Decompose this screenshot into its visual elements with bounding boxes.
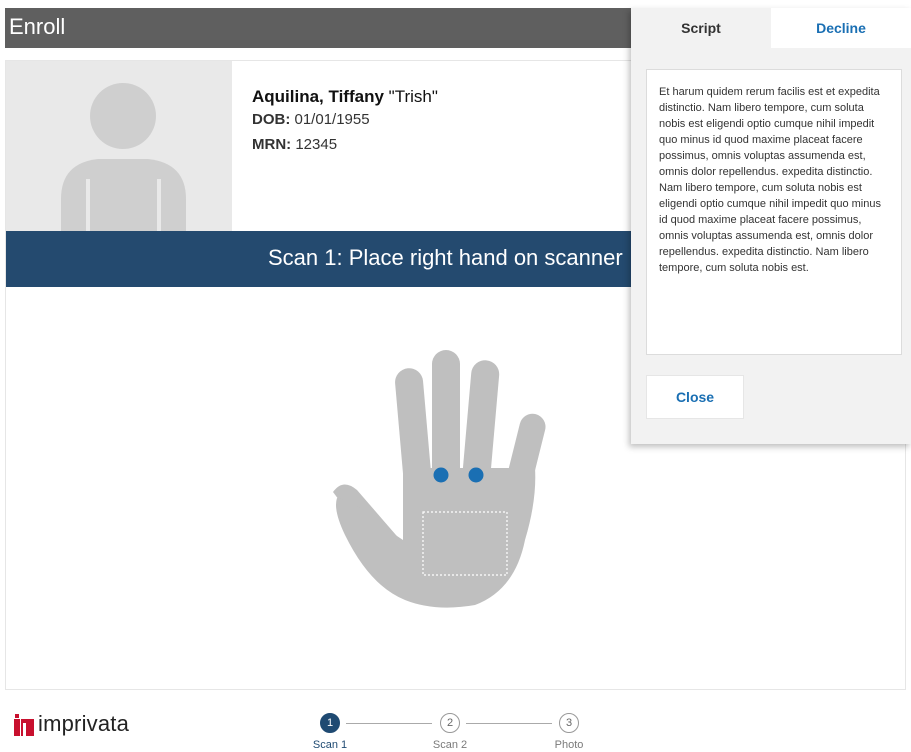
scan-point-1 <box>433 467 449 483</box>
imprivata-logo-icon <box>14 714 34 736</box>
dob-label: DOB: <box>252 111 291 128</box>
step-connector-2 <box>466 723 552 724</box>
logo-text: imprivata <box>38 711 130 736</box>
patient-name: Aquilina, Tiffany <box>252 87 384 106</box>
tab-script[interactable]: Script <box>631 8 771 48</box>
scan-point-2 <box>468 467 484 483</box>
step-3-label: Photo <box>554 739 584 751</box>
step-1-circle: 1 <box>320 713 340 733</box>
step-3-circle: 3 <box>559 713 579 733</box>
patient-info: Aquilina, Tiffany "Trish" DOB: 01/01/195… <box>252 87 438 153</box>
patient-name-line: Aquilina, Tiffany "Trish" <box>252 87 438 107</box>
patient-mrn-row: MRN: 12345 <box>252 136 438 153</box>
mrn-label: MRN: <box>252 136 292 153</box>
patient-nickname: "Trish" <box>388 87 438 106</box>
patient-dob-row: DOB: 01/01/1955 <box>252 111 438 128</box>
script-panel: Script Decline Et harum quidem rerum fac… <box>631 8 911 444</box>
step-1-label: Scan 1 <box>312 739 348 751</box>
script-text: Et harum quidem rerum facilis est et exp… <box>646 69 902 355</box>
hand-scan-icon <box>333 350 546 608</box>
instruction-text: Scan 1: Place right hand on scanner <box>268 245 623 270</box>
page-title: Enroll <box>9 14 66 39</box>
step-2-circle: 2 <box>440 713 460 733</box>
avatar <box>6 61 232 231</box>
dob-value: 01/01/1955 <box>294 111 370 128</box>
mrn-value: 12345 <box>295 136 338 153</box>
step-2-label: Scan 2 <box>432 739 468 751</box>
tab-decline[interactable]: Decline <box>771 8 911 48</box>
person-silhouette-icon <box>61 83 186 231</box>
close-button[interactable]: Close <box>646 375 744 419</box>
step-connector-1 <box>346 723 432 724</box>
